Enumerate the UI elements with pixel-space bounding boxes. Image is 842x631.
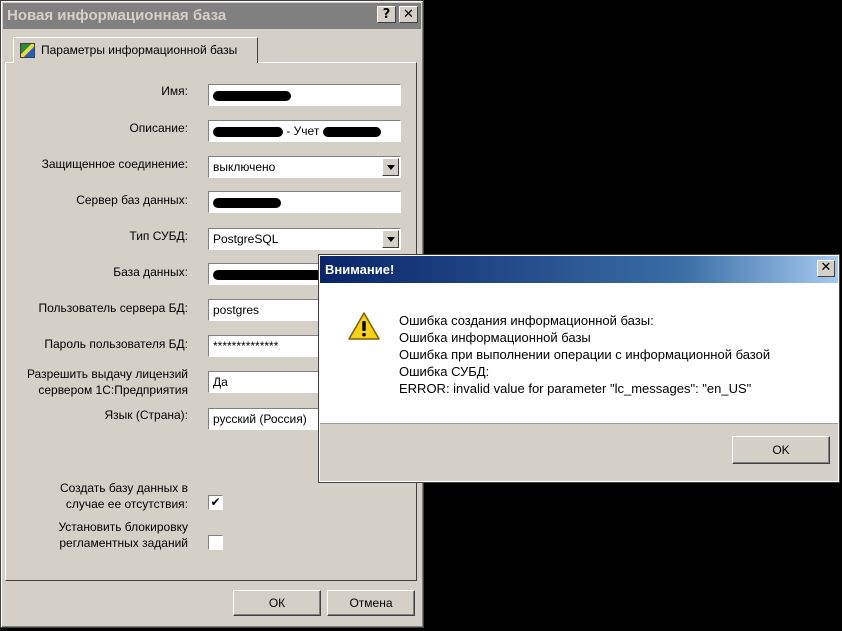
db-user-label: Пользователь сервера БД: bbox=[38, 301, 188, 315]
dialog-footer: OK bbox=[320, 423, 838, 481]
tab-label: Параметры информационной базы bbox=[41, 43, 238, 57]
create-db-checkbox[interactable]: ✔ bbox=[208, 495, 223, 510]
create-db-label: Создать базу данных в случае ее отсутств… bbox=[60, 480, 188, 512]
message-line-2: Ошибка информационной базы bbox=[399, 330, 591, 345]
secure-connection-label: Защищенное соединение: bbox=[41, 157, 188, 171]
db-password-label: Пароль пользователя БД: bbox=[44, 337, 188, 351]
close-button[interactable]: ✕ bbox=[399, 6, 418, 23]
dialog-title: Внимание! bbox=[325, 262, 395, 277]
db-server-field[interactable] bbox=[208, 191, 401, 213]
database-label: База данных: bbox=[113, 265, 188, 279]
dbms-type-select[interactable]: PostgreSQL bbox=[208, 228, 401, 250]
help-button[interactable]: ? bbox=[377, 6, 396, 23]
language-label: Язык (Страна): bbox=[104, 408, 188, 422]
redacted-value bbox=[213, 90, 291, 101]
secure-connection-select[interactable]: выключено bbox=[208, 156, 401, 178]
license-label: Разрешить выдачу лицензий сервером 1С:Пр… bbox=[27, 366, 188, 398]
message-line-1: Ошибка создания информационной базы: bbox=[399, 313, 654, 328]
redacted-value bbox=[213, 197, 281, 208]
infobase-icon bbox=[20, 43, 35, 58]
db-server-label: Сервер баз данных: bbox=[76, 193, 188, 207]
block-jobs-label-line2: регламентных заданий bbox=[59, 536, 188, 550]
cancel-button[interactable]: Отмена bbox=[327, 590, 415, 616]
dbms-type-value: PostgreSQL bbox=[213, 232, 279, 246]
description-field[interactable]: - Учет bbox=[208, 120, 401, 142]
description-label: Описание: bbox=[129, 121, 188, 135]
redacted-value bbox=[213, 269, 323, 280]
block-jobs-label: Установить блокировку регламентных задан… bbox=[58, 519, 188, 551]
dbms-type-label: Тип СУБД: bbox=[129, 229, 188, 243]
chevron-down-icon bbox=[387, 165, 395, 170]
redacted-value bbox=[322, 126, 381, 137]
dialog-title-bar[interactable]: Внимание! bbox=[320, 256, 838, 283]
dialog-close-button[interactable]: ✕ bbox=[817, 260, 835, 277]
create-db-label-line1: Создать базу данных в bbox=[59, 481, 188, 495]
window-title: Новая информационная база bbox=[7, 7, 227, 24]
message-line-3: Ошибка при выполнении операции с информа… bbox=[399, 347, 771, 362]
dropdown-button[interactable] bbox=[382, 230, 399, 248]
checkmark-icon: ✔ bbox=[210, 495, 221, 509]
warning-dialog: Внимание! ✕ Ошибка создания информационн… bbox=[318, 254, 840, 483]
message-line-4: Ошибка СУБД: bbox=[399, 364, 490, 379]
dialog-ok-button[interactable]: OK bbox=[732, 436, 830, 464]
message-line-5: ERROR: invalid value for parameter "lc_m… bbox=[399, 381, 752, 396]
dropdown-button[interactable] bbox=[382, 158, 399, 176]
ok-button[interactable]: ОК bbox=[233, 590, 321, 616]
name-label: Имя: bbox=[161, 84, 188, 98]
create-db-label-line2: случае ее отсутствия: bbox=[65, 497, 188, 511]
redacted-value bbox=[213, 126, 283, 137]
window-title-bar[interactable]: Новая информационная база bbox=[3, 3, 421, 29]
block-jobs-label-line1: Установить блокировку bbox=[58, 520, 188, 534]
name-field[interactable] bbox=[208, 84, 401, 106]
tab-infobase-parameters[interactable]: Параметры информационной базы bbox=[13, 37, 258, 63]
chevron-down-icon bbox=[387, 237, 395, 242]
description-text: - Учет bbox=[286, 124, 320, 138]
secure-connection-value: выключено bbox=[213, 160, 276, 174]
block-jobs-checkbox[interactable] bbox=[208, 535, 223, 550]
warning-icon bbox=[348, 312, 380, 340]
license-label-line1: Разрешить выдачу лицензий bbox=[26, 367, 188, 381]
license-label-line2: сервером 1С:Предприятия bbox=[38, 383, 188, 397]
